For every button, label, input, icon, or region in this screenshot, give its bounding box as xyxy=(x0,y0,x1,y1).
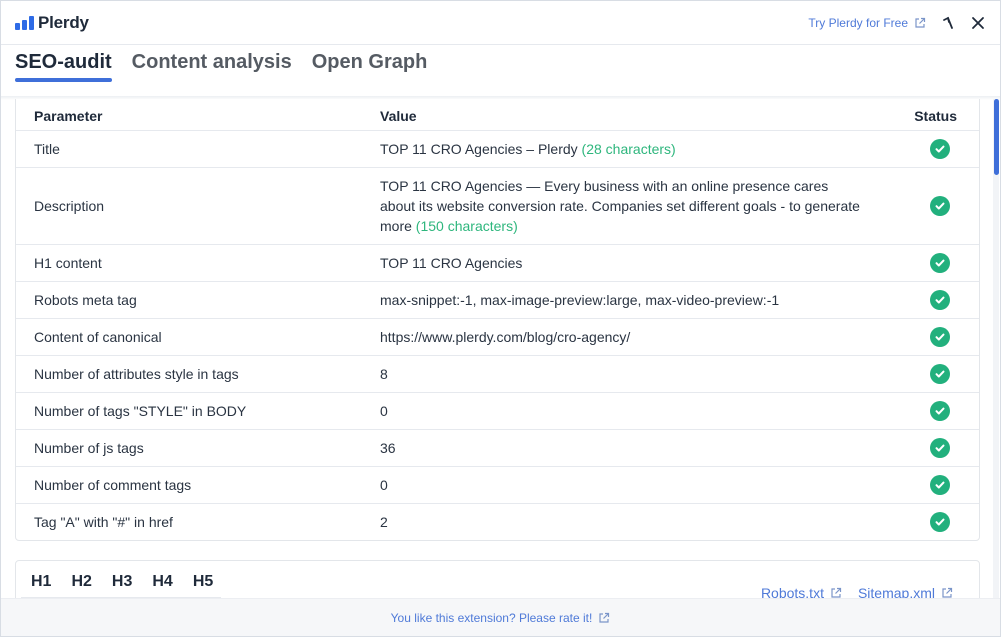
row-value-cell: TOP 11 CRO Agencies xyxy=(362,243,882,281)
row-status-cell xyxy=(882,502,979,540)
row-value: 0 xyxy=(380,476,388,493)
column-header-parameter: Parameter xyxy=(34,107,103,124)
column-header-status: Status xyxy=(914,107,957,124)
check-circle-icon xyxy=(930,138,950,159)
row-value-cell: https://www.plerdy.com/blog/cro-agency/ xyxy=(362,317,882,355)
check-circle-icon xyxy=(930,400,950,421)
external-link-icon xyxy=(915,17,926,28)
row-value-cell: 0 xyxy=(362,465,882,503)
sitemap-xml-link[interactable]: Sitemap.xml xyxy=(858,585,953,599)
row-parameter: Number of js tags xyxy=(16,428,362,466)
row-status-cell xyxy=(882,428,979,466)
row-value-cell: max-snippet:-1, max-image-preview:large,… xyxy=(362,280,882,318)
tab-content-analysis[interactable]: Content analysis xyxy=(132,51,292,82)
seo-audit-table: Parameter Value Status Title TOP 11 CRO A… xyxy=(16,99,979,540)
table-row: Content of canonical https://www.plerdy.c… xyxy=(16,317,979,355)
row-parameter: Description xyxy=(16,166,362,244)
footer: You like this extension? Please rate it! xyxy=(1,598,1000,636)
table-header-row: Parameter Value Status xyxy=(16,99,979,130)
row-value-cell: TOP 11 CRO Agencies – Plerdy (28 charact… xyxy=(362,129,882,167)
row-value: 8 xyxy=(380,365,388,382)
heading-tab-h2[interactable]: H2 xyxy=(71,573,91,591)
row-value-cell: 2 xyxy=(362,502,882,540)
row-value-cell: TOP 11 CRO Agencies — Every business wit… xyxy=(362,166,882,244)
row-value-cell: 0 xyxy=(362,391,882,429)
row-parameter: H1 content xyxy=(16,243,362,281)
table-row: Description TOP 11 CRO Agencies — Every b… xyxy=(16,166,979,244)
table-row: Tag "A" with "#" in href 2 xyxy=(16,502,979,540)
logo-text: Plerdy xyxy=(38,12,89,32)
check-circle-icon xyxy=(930,363,950,384)
try-plerdy-link[interactable]: Try Plerdy for Free xyxy=(808,16,926,30)
heading-tab-h4[interactable]: H4 xyxy=(152,573,172,591)
row-value: TOP 11 CRO Agencies – Plerdy xyxy=(380,140,578,157)
scrollbar-thumb[interactable] xyxy=(994,99,999,175)
tab-bar: SEO-audit Content analysis Open Graph xyxy=(15,51,427,82)
row-status-cell xyxy=(882,166,979,244)
heading-tags: H1 H2 H3 H4 H5 xyxy=(31,573,213,591)
try-plerdy-label: Try Plerdy for Free xyxy=(808,15,908,30)
row-status-cell xyxy=(882,317,979,355)
row-parameter: Robots meta tag xyxy=(16,280,362,318)
row-parameter: Number of comment tags xyxy=(16,465,362,503)
column-header-value: Value xyxy=(380,107,417,124)
character-count: (150 characters) xyxy=(415,217,518,234)
check-circle-icon xyxy=(930,252,950,273)
tab-open-graph[interactable]: Open Graph xyxy=(312,51,428,82)
check-circle-icon xyxy=(930,511,950,532)
robots-txt-label: Robots.txt xyxy=(760,585,824,599)
robots-txt-link[interactable]: Robots.txt xyxy=(761,585,842,599)
row-value: max-snippet:-1, max-image-preview:large,… xyxy=(380,291,780,308)
logo-bars-icon xyxy=(15,15,34,30)
plerdy-logo[interactable]: Plerdy xyxy=(15,13,89,33)
table-row: Number of attributes style in tags 8 xyxy=(16,354,979,392)
row-value: 0 xyxy=(380,402,388,419)
heading-tab-h1[interactable]: H1 xyxy=(31,573,51,591)
check-circle-icon xyxy=(930,326,950,347)
table-row: Robots meta tag max-snippet:-1, max-image… xyxy=(16,280,979,318)
headings-card: H1 H2 H3 H4 H5 Robots.txt Sitemap.xml xyxy=(15,560,980,599)
check-circle-icon xyxy=(930,195,950,216)
pin-icon[interactable] xyxy=(940,15,956,31)
seo-audit-card: Parameter Value Status Title TOP 11 CRO A… xyxy=(15,99,980,541)
row-status-cell xyxy=(882,280,979,318)
row-value: https://www.plerdy.com/blog/cro-agency/ xyxy=(380,328,631,345)
sitemap-xml-label: Sitemap.xml xyxy=(857,585,935,599)
row-value-cell: 36 xyxy=(362,428,882,466)
table-row: Number of comment tags 0 xyxy=(16,465,979,503)
heading-tab-h5[interactable]: H5 xyxy=(193,573,213,591)
check-circle-icon xyxy=(930,437,950,458)
heading-tab-h3[interactable]: H3 xyxy=(112,573,132,591)
row-parameter: Title xyxy=(16,129,362,167)
table-row: H1 content TOP 11 CRO Agencies xyxy=(16,243,979,281)
table-row: Number of js tags 36 xyxy=(16,428,979,466)
row-parameter: Tag "A" with "#" in href xyxy=(16,502,362,540)
row-status-cell xyxy=(882,391,979,429)
close-icon[interactable] xyxy=(970,15,986,31)
external-link-icon xyxy=(599,612,610,623)
check-circle-icon xyxy=(930,289,950,310)
row-value: 2 xyxy=(380,513,388,530)
row-parameter: Content of canonical xyxy=(16,317,362,355)
content-area[interactable]: Parameter Value Status Title TOP 11 CRO A… xyxy=(1,99,991,599)
row-parameter: Number of attributes style in tags xyxy=(16,354,362,392)
rate-extension-link[interactable]: You like this extension? Please rate it! xyxy=(391,611,593,625)
top-bar: Plerdy Try Plerdy for Free xyxy=(1,1,1000,45)
character-count: (28 characters) xyxy=(581,140,676,157)
row-value: TOP 11 CRO Agencies xyxy=(380,254,523,271)
extension-window: Plerdy Try Plerdy for Free SEO-audit Con… xyxy=(0,0,1001,637)
tab-seo-audit[interactable]: SEO-audit xyxy=(15,51,112,82)
table-row: Number of tags "STYLE" in BODY 0 xyxy=(16,391,979,429)
row-value-cell: 8 xyxy=(362,354,882,392)
row-status-cell xyxy=(882,129,979,167)
row-value: 36 xyxy=(380,439,396,456)
row-parameter: Number of tags "STYLE" in BODY xyxy=(16,391,362,429)
site-files-links: Robots.txt Sitemap.xml xyxy=(761,585,953,599)
check-circle-icon xyxy=(930,474,950,495)
row-status-cell xyxy=(882,354,979,392)
row-status-cell xyxy=(882,465,979,503)
table-row: Title TOP 11 CRO Agencies – Plerdy (28 ch… xyxy=(16,129,979,167)
row-status-cell xyxy=(882,243,979,281)
